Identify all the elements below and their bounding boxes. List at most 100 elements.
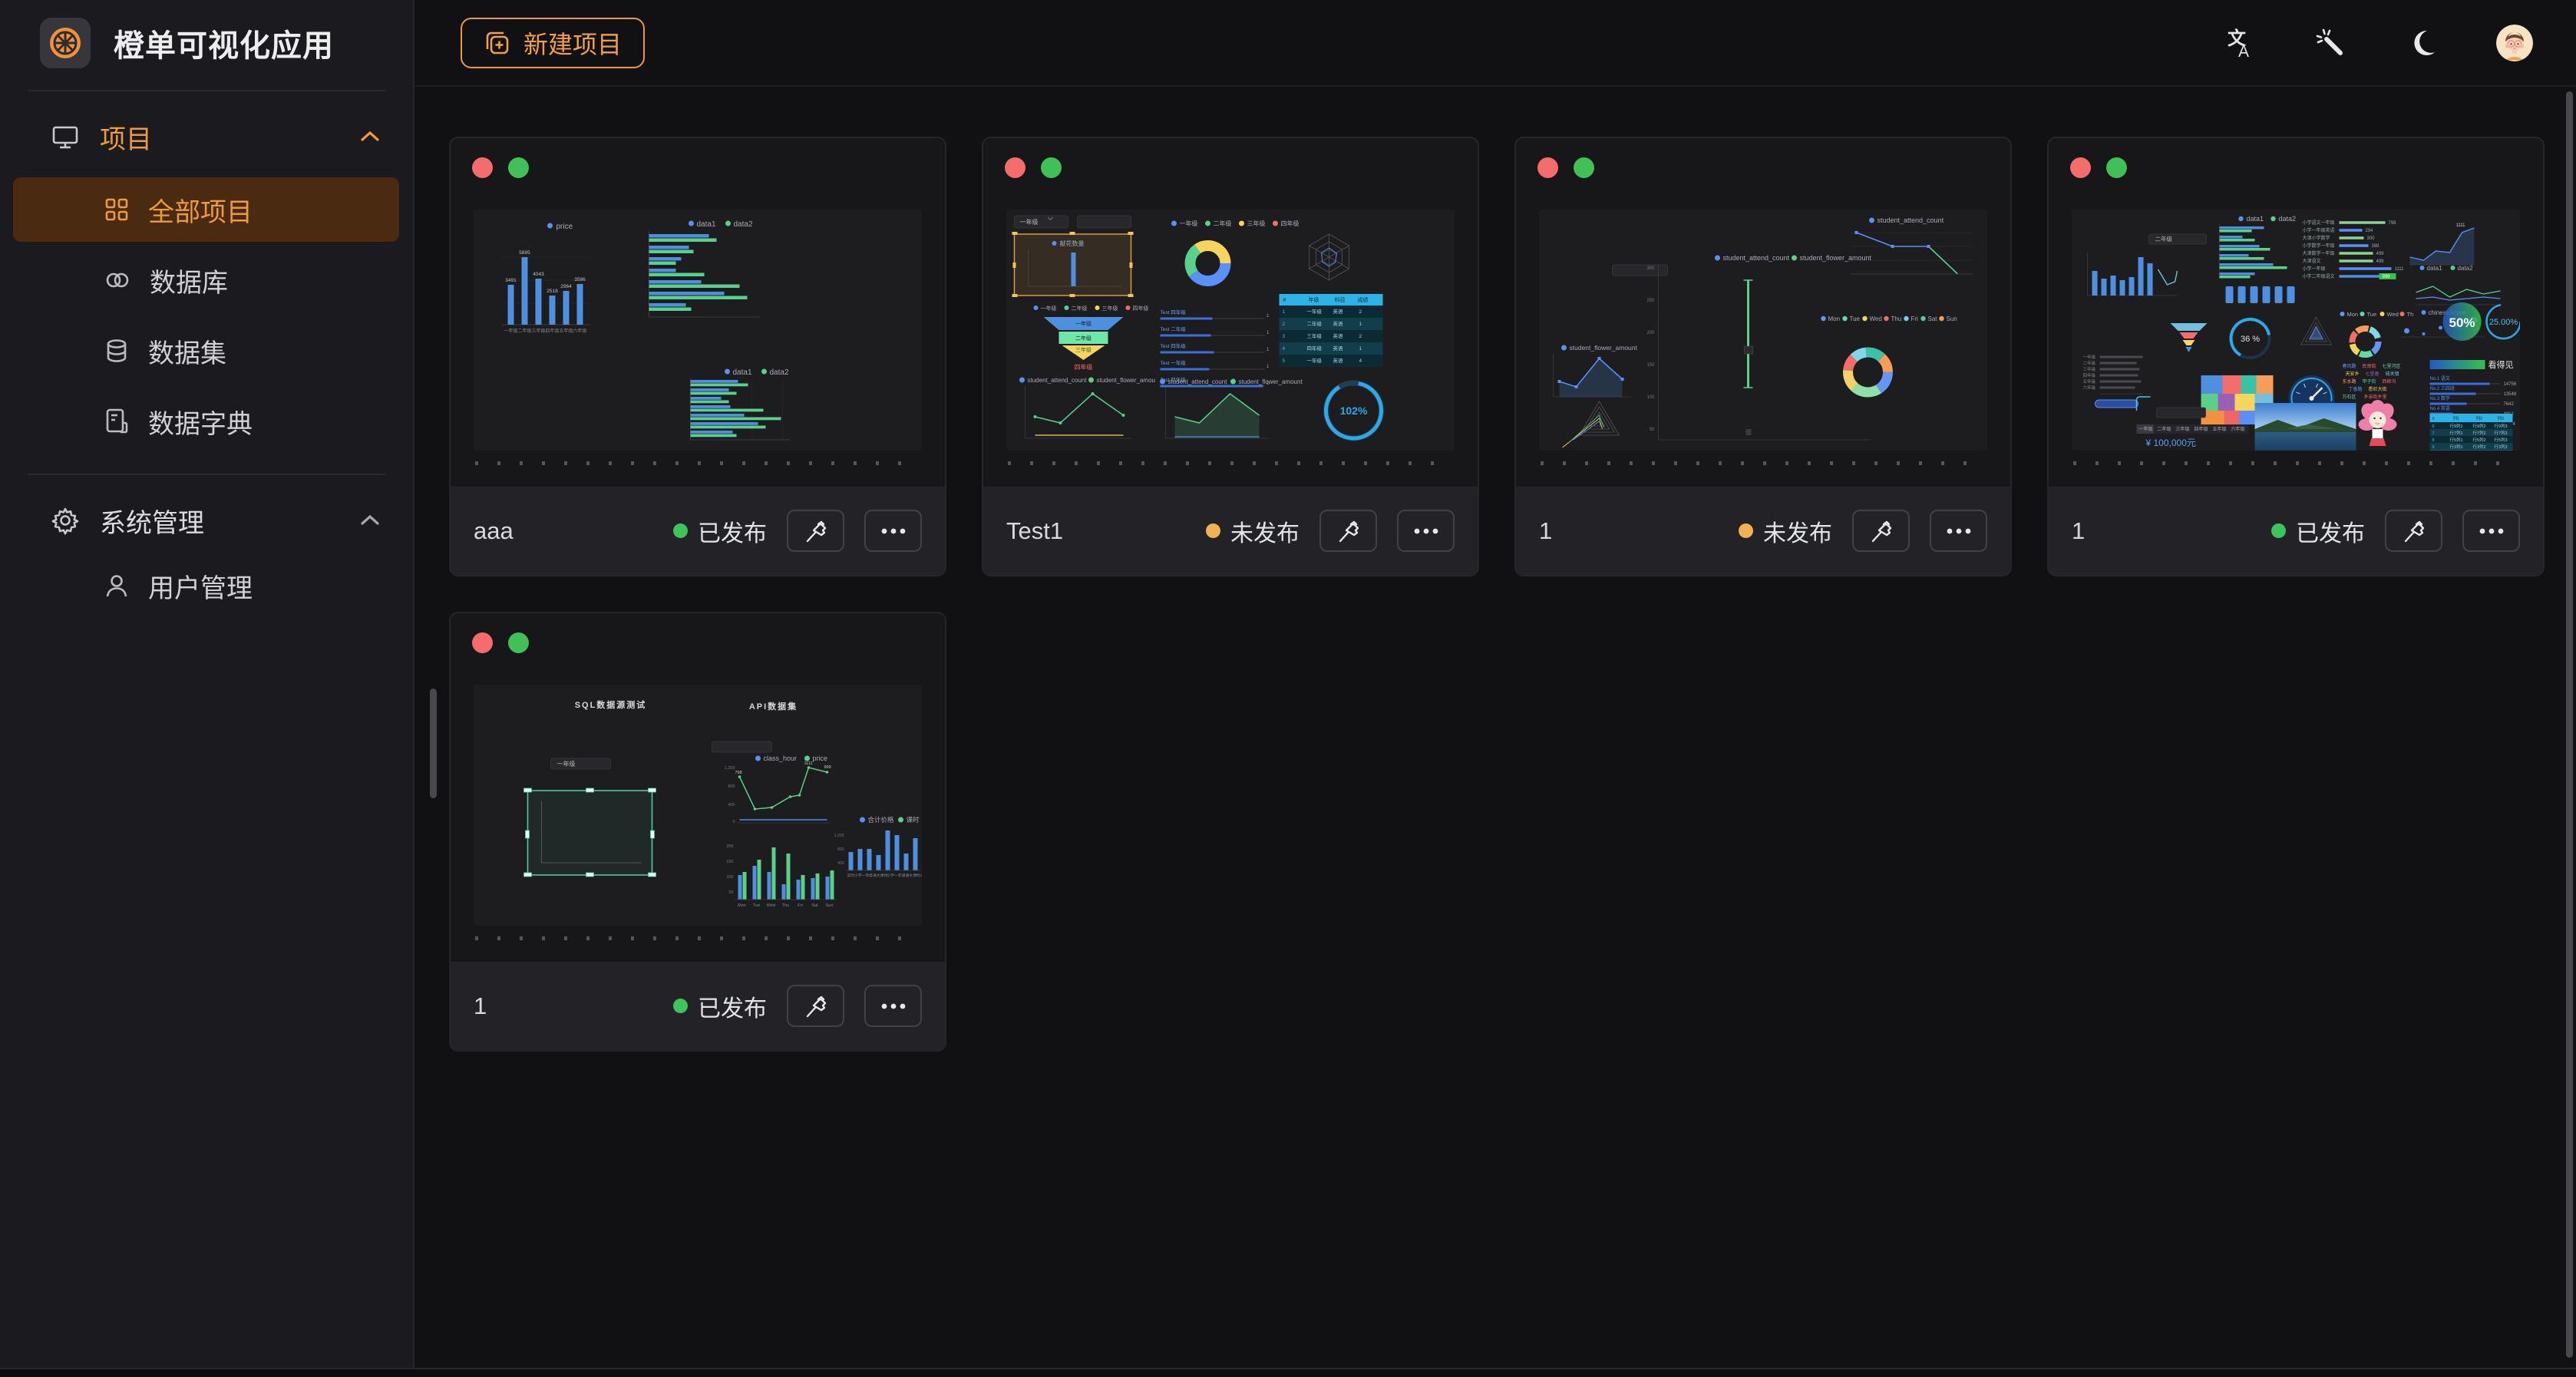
- green-dot-icon: [1574, 157, 1594, 178]
- sidebar-item-data-dict[interactable]: 数据字典: [13, 389, 399, 454]
- sidebar-item-dataset[interactable]: 数据集: [13, 319, 399, 383]
- unpublished-dot-icon: [1739, 523, 1753, 538]
- build-button[interactable]: [787, 510, 844, 552]
- build-button[interactable]: [1852, 510, 1910, 552]
- build-button[interactable]: [1319, 510, 1377, 552]
- svg-text:小学数学一年级: 小学数学一年级: [2303, 243, 2335, 249]
- svg-text:3491: 3491: [505, 278, 517, 283]
- mini-dashboard-preview: price 3491 5895 4043: [474, 210, 922, 451]
- svg-text:1: 1: [1267, 347, 1270, 352]
- svg-text:Mon: Mon: [1828, 315, 1841, 322]
- svg-text:7642: 7642: [2504, 402, 2515, 407]
- svg-text:Test 四年级: Test 四年级: [1161, 309, 1187, 315]
- chevron-up-icon: [359, 513, 381, 527]
- traffic-dots: [1516, 138, 2010, 178]
- svg-text:798: 798: [2389, 221, 2397, 226]
- language-icon[interactable]: 文 A: [2220, 25, 2257, 61]
- svg-text:行3列1: 行3列1: [2450, 444, 2463, 450]
- main-area: 新建项目 文 A: [414, 0, 2576, 1368]
- sidebar-item-all-projects[interactable]: 全部项目: [13, 177, 399, 242]
- link-icon: [104, 269, 131, 292]
- svg-text:三年级: 三年级: [1075, 346, 1091, 353]
- svg-text:行3列2: 行3列2: [2473, 444, 2486, 450]
- svg-text:7: 7: [2432, 431, 2435, 436]
- svg-text:一年级: 一年级: [1020, 218, 1039, 226]
- svg-text:100: 100: [726, 875, 733, 880]
- svg-text:8: 8: [2432, 438, 2435, 443]
- user-avatar[interactable]: [2496, 25, 2533, 61]
- svg-text:Thu: Thu: [1891, 315, 1902, 322]
- mini-dashboard-preview: SQL数据源测试 API数据集 一年级: [474, 685, 922, 926]
- svg-text:499: 499: [2376, 252, 2385, 256]
- bottom-edge-bar: [0, 1368, 2576, 1377]
- svg-text:年级: 年级: [1309, 296, 1319, 303]
- status-label: 未发布: [1763, 514, 1832, 548]
- sidebar-section-projects[interactable]: 项目: [0, 110, 413, 163]
- more-button[interactable]: [864, 985, 922, 1027]
- thumbnail-dots-row: [1541, 461, 1986, 465]
- svg-text:行5列2: 行5列2: [2473, 437, 2486, 443]
- sidebar-section-system[interactable]: 系统管理: [0, 494, 413, 547]
- more-button[interactable]: [2462, 510, 2520, 552]
- svg-text:一年级: 一年级: [2083, 354, 2096, 360]
- svg-text:二年级: 二年级: [517, 328, 531, 334]
- svg-text:student_attend_count: student_attend_count: [1878, 216, 1944, 224]
- new-project-button[interactable]: 新建项目: [461, 18, 645, 68]
- svg-text:798: 798: [735, 771, 742, 775]
- card-footer: 1 已发布: [451, 962, 945, 1050]
- svg-text:一年级: 一年级: [504, 328, 517, 334]
- svg-text:甲子街: 甲子街: [2363, 378, 2376, 385]
- card-footer: aaa 已发布: [451, 487, 945, 575]
- dark-mode-moon-icon[interactable]: [2404, 25, 2441, 61]
- svg-text:Test 四年级: Test 四年级: [1161, 342, 1187, 349]
- left-scrollbar-thumb[interactable]: [430, 688, 437, 798]
- svg-text:4: 4: [1359, 358, 1362, 364]
- svg-text:小学一年级: 小学一年级: [2303, 266, 2326, 272]
- red-dot-icon: [1005, 157, 1025, 178]
- svg-text:¥ 100,000元: ¥ 100,000元: [2145, 438, 2196, 448]
- hammer-icon: [2399, 517, 2429, 546]
- right-scrollbar-thumb[interactable]: [2566, 91, 2573, 1358]
- svg-text:英语: 英语: [1333, 308, 1344, 315]
- more-button[interactable]: [1930, 510, 1987, 552]
- svg-text:student_attend_count: student_attend_count: [1028, 377, 1088, 384]
- project-card[interactable]: SQL数据源测试 API数据集 一年级: [449, 612, 946, 1052]
- svg-text:1,200: 1,200: [834, 834, 844, 838]
- status-badge: 已发布: [673, 514, 767, 548]
- svg-text:2518: 2518: [547, 289, 558, 294]
- svg-text:data2: data2: [734, 220, 753, 229]
- svg-text:2: 2: [1283, 322, 1286, 327]
- project-card[interactable]: 二年级 data1 data2: [2047, 137, 2545, 576]
- svg-text:999: 999: [824, 765, 831, 770]
- svg-text:行9列3: 行9列3: [2495, 423, 2508, 429]
- svg-text:Tue: Tue: [2367, 311, 2377, 318]
- svg-text:Mon: Mon: [2347, 311, 2359, 318]
- project-card[interactable]: price 3491 5895 4043: [449, 137, 946, 576]
- svg-text:data2: data2: [2458, 265, 2474, 272]
- project-card[interactable]: student_attend_count student_attend_coun…: [1514, 137, 2012, 576]
- green-dot-icon: [2106, 157, 2127, 178]
- build-button[interactable]: [2385, 510, 2442, 552]
- more-button[interactable]: [1397, 510, 1455, 552]
- svg-text:三年级: 三年级: [1307, 332, 1323, 339]
- project-card[interactable]: 一年级 献花数量: [982, 137, 1479, 576]
- svg-text:Thu: Thu: [782, 903, 789, 908]
- status-label: 已发布: [698, 514, 767, 548]
- build-button[interactable]: [787, 985, 844, 1027]
- magic-wand-icon[interactable]: [2312, 25, 2349, 61]
- svg-text:行9列2: 行9列2: [2473, 423, 2486, 429]
- svg-text:data1: data1: [733, 368, 752, 377]
- svg-text:No.2 三四班: No.2 三四班: [2430, 385, 2455, 391]
- sidebar-item-database[interactable]: 数据库: [13, 248, 399, 312]
- svg-text:小学语文一年级: 小学语文一年级: [2303, 220, 2335, 226]
- svg-text:合计价格: 合计价格: [868, 816, 895, 824]
- sidebar-divider: [28, 474, 386, 475]
- svg-text:Wed: Wed: [2387, 311, 2399, 318]
- sidebar-item-label: 数据集: [148, 332, 226, 370]
- project-name: 1: [474, 992, 653, 1020]
- sidebar-item-label: 数据字典: [148, 403, 253, 441]
- svg-text:Fri: Fri: [1911, 315, 1919, 322]
- more-button[interactable]: [864, 510, 922, 552]
- status-badge: 未发布: [1739, 514, 1832, 548]
- sidebar-item-user-mgmt[interactable]: 用户管理: [13, 553, 399, 618]
